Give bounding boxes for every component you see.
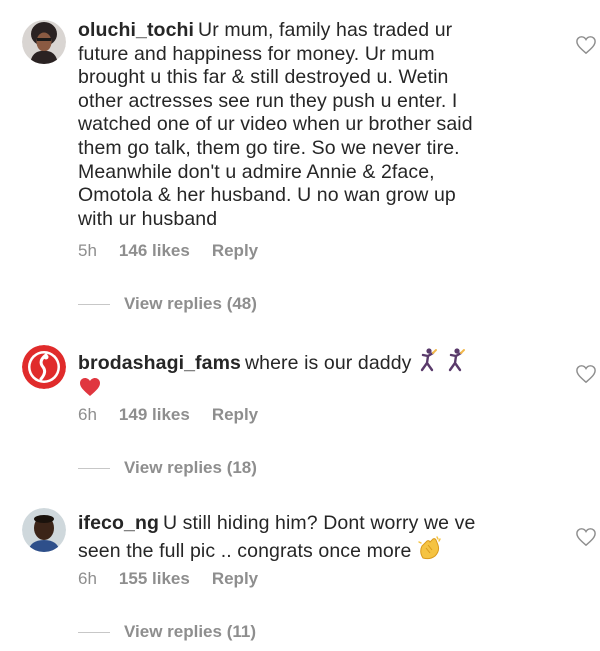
comment-line: where is our daddy xyxy=(244,352,412,374)
view-replies-label[interactable]: View replies (48) xyxy=(124,294,257,314)
view-replies[interactable]: View replies (11) xyxy=(78,622,256,642)
red-logo-icon xyxy=(22,345,66,389)
profile-photo-icon xyxy=(22,20,66,64)
comment-line: Meanwhile don't u admire Annie & 2face, xyxy=(78,160,435,183)
heart-outline-icon[interactable] xyxy=(575,364,597,384)
comment-line: brought u this far & still destroyed u. … xyxy=(78,66,449,89)
comment-line: watched one of ur video when ur brother … xyxy=(78,113,473,136)
avatar[interactable] xyxy=(22,345,66,389)
dancing-man-icon xyxy=(420,348,438,372)
comment-text: oluchi_tochi Ur mum, family has traded ur… xyxy=(78,19,518,231)
heart-outline-icon[interactable] xyxy=(575,35,597,55)
comment-username[interactable]: brodashagi_fams xyxy=(78,352,241,374)
comment-meta: 6h 149 likes Reply xyxy=(78,405,258,425)
comment-meta: 5h 146 likes Reply xyxy=(78,241,258,261)
comment-text: brodashagi_fams where is our daddy xyxy=(78,348,518,401)
clapping-hands-icon xyxy=(418,535,441,559)
avatar[interactable] xyxy=(22,508,66,552)
dancing-man-icon xyxy=(448,348,465,372)
comment-likes[interactable]: 149 likes xyxy=(119,405,190,425)
red-heart-icon xyxy=(80,377,100,396)
replies-divider xyxy=(78,467,110,469)
comment-text: ifeco_ng U still hiding him? Dont worry w… xyxy=(78,512,518,563)
avatar[interactable] xyxy=(22,20,66,64)
comment-line: U still hiding him? Dont worry we ve xyxy=(162,512,476,534)
view-replies[interactable]: View replies (48) xyxy=(78,294,257,314)
replies-divider xyxy=(78,303,110,305)
profile-photo-icon xyxy=(22,508,66,552)
reply-button[interactable]: Reply xyxy=(212,241,258,261)
comment-line: them go talk, them go tire. So we never … xyxy=(78,136,460,159)
comment-line: Ur mum, family has traded ur xyxy=(198,19,453,41)
comment-likes[interactable]: 155 likes xyxy=(119,569,190,589)
reply-button[interactable]: Reply xyxy=(212,405,258,425)
comment-time: 6h xyxy=(78,405,97,424)
view-replies-label[interactable]: View replies (18) xyxy=(124,458,257,478)
heart-outline-icon[interactable] xyxy=(575,527,597,547)
view-replies-label[interactable]: View replies (11) xyxy=(124,622,256,642)
replies-divider xyxy=(78,631,110,633)
comment-likes[interactable]: 146 likes xyxy=(119,241,190,261)
comment-line: seen the full pic .. congrats once more xyxy=(78,539,412,562)
comment-username[interactable]: oluchi_tochi xyxy=(78,19,194,41)
comment-meta: 6h 155 likes Reply xyxy=(78,569,258,589)
view-replies[interactable]: View replies (18) xyxy=(78,458,257,478)
comment-line: future and happiness for money. Ur mum xyxy=(78,42,435,65)
comment-line: other actresses see run they push u ente… xyxy=(78,89,458,112)
comment-line: Omotola & her husband. U no wan grow up xyxy=(78,184,456,207)
comment-time: 6h xyxy=(78,569,97,588)
comment-time: 5h xyxy=(78,241,97,260)
comment-line: with ur husband xyxy=(78,207,218,230)
comment-username[interactable]: ifeco_ng xyxy=(78,512,159,534)
reply-button[interactable]: Reply xyxy=(212,569,258,589)
